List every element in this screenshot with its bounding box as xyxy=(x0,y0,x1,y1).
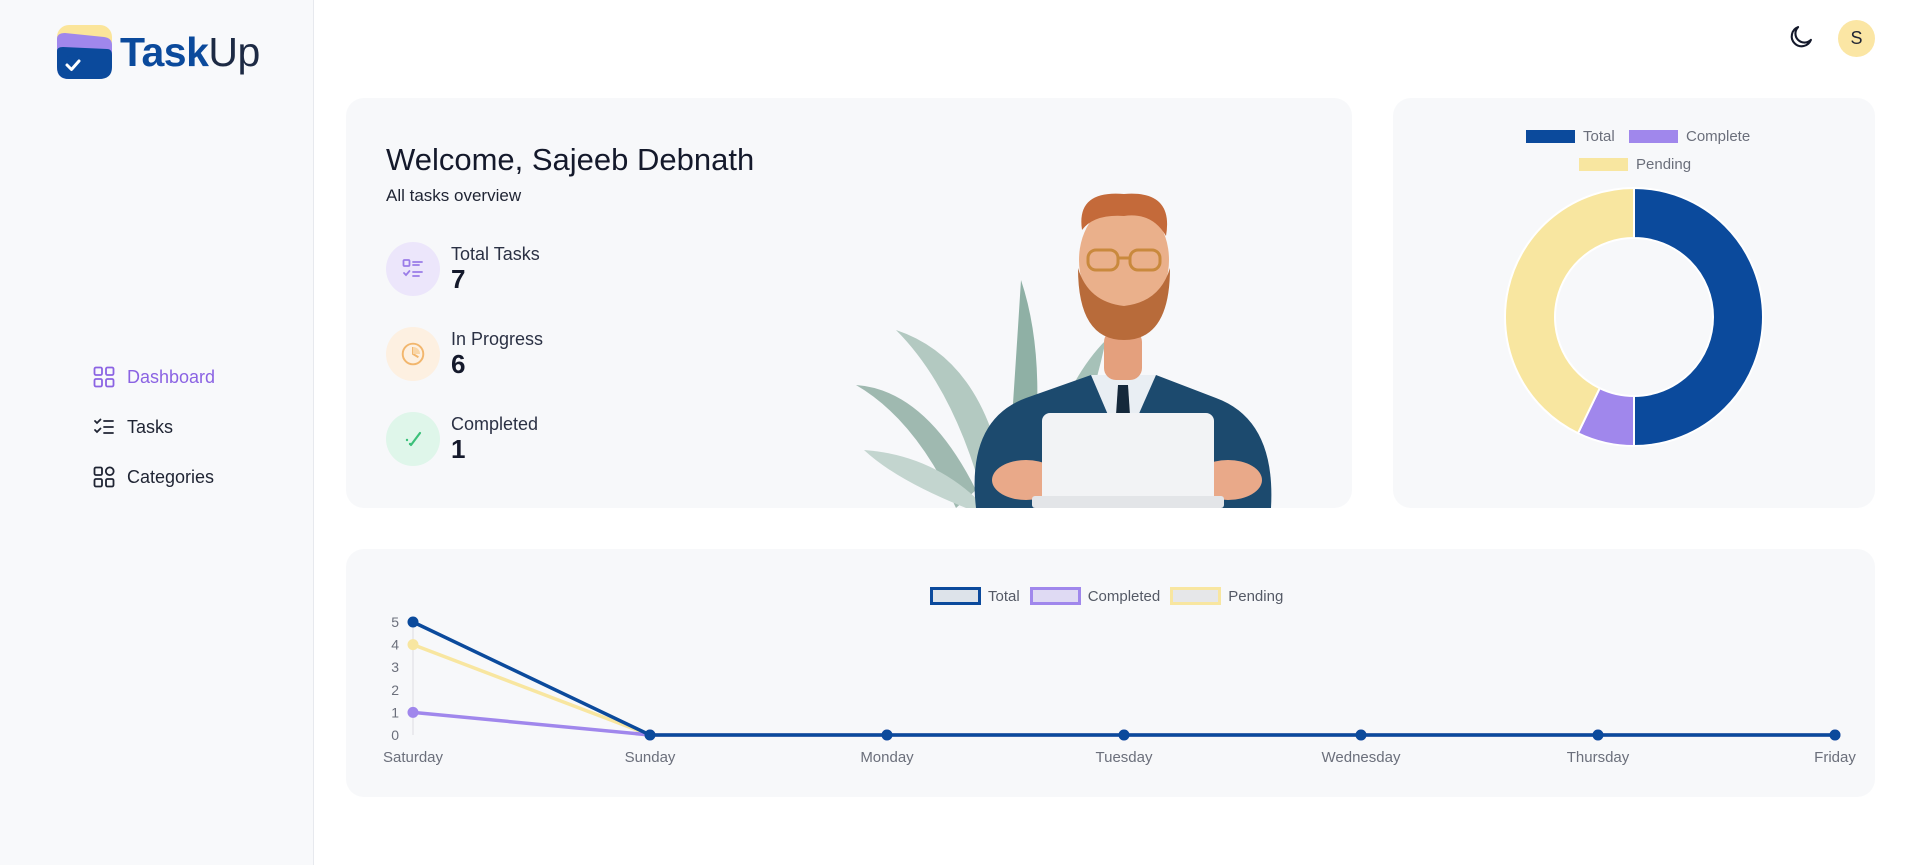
moon-icon xyxy=(1790,26,1812,48)
data-point-total[interactable] xyxy=(407,616,419,628)
checklist-icon xyxy=(386,242,440,296)
sidebar-item-dashboard[interactable]: Dashboard xyxy=(93,352,215,402)
stat-label: In Progress xyxy=(451,329,544,349)
x-tick-label: Tuesday xyxy=(1096,749,1153,766)
weekly-tasks-line-card: Total Completed Pending 0 1 2 3 4 5 Saturday Su… xyxy=(346,549,1875,797)
app-logo[interactable]: TaskUp xyxy=(57,25,260,79)
y-tick-label: 0 xyxy=(391,727,399,743)
stat-value: 6 xyxy=(451,349,466,379)
stat-total-tasks: Total Tasks 7 xyxy=(386,242,540,296)
welcome-card: Welcome, Sajeeb Debnath All tasks overvi… xyxy=(346,98,1352,508)
x-tick-label: Sunday xyxy=(625,749,676,766)
stat-in-progress: In Progress 6 xyxy=(386,327,543,381)
series-line-total xyxy=(412,620,1835,737)
avatar[interactable]: S xyxy=(1838,20,1875,57)
sidebar: TaskUp Dashboard Tasks Categories xyxy=(0,0,314,865)
data-point-total[interactable] xyxy=(1355,729,1367,741)
theme-toggle-button[interactable] xyxy=(1784,20,1818,54)
data-point-pending[interactable] xyxy=(407,639,419,651)
categories-icon xyxy=(93,466,115,488)
logo-mark-icon xyxy=(57,25,112,79)
stat-label: Completed xyxy=(451,414,539,434)
data-point-total[interactable] xyxy=(1592,729,1604,741)
y-tick-label: 2 xyxy=(391,682,399,698)
y-tick-label: 5 xyxy=(391,614,399,630)
dashboard-icon xyxy=(93,366,115,388)
data-point-completed[interactable] xyxy=(407,706,419,718)
stat-label: Total Tasks xyxy=(451,244,540,264)
page-subtitle: All tasks overview xyxy=(386,186,522,205)
sidebar-item-tasks[interactable]: Tasks xyxy=(93,402,215,452)
task-status-donut-card: Total Complete Pending xyxy=(1393,98,1875,508)
line-chart[interactable]: 0 1 2 3 4 5 Saturday Sunday Monday Tuesday Wednesd… xyxy=(346,549,1875,797)
x-tick-label: Friday xyxy=(1814,749,1856,766)
data-point-total[interactable] xyxy=(1829,729,1841,741)
stat-value: 7 xyxy=(451,264,466,294)
sidebar-item-label: Categories xyxy=(127,466,215,487)
y-tick-label: 4 xyxy=(391,637,399,653)
businessman-illustration xyxy=(856,193,1272,508)
page-title: Welcome, Sajeeb Debnath xyxy=(386,142,755,177)
logo-text-task: Task xyxy=(120,28,209,75)
logo-text-up: Up xyxy=(208,28,260,75)
data-point-total[interactable] xyxy=(1118,729,1130,741)
series-line-pending xyxy=(412,642,1835,737)
pie-clock-icon xyxy=(386,327,440,381)
x-tick-label: Thursday xyxy=(1567,749,1630,766)
avatar-initial: S xyxy=(1850,28,1863,48)
stat-completed: Completed 1 xyxy=(386,412,538,466)
pen-check-icon xyxy=(386,412,440,466)
tasks-icon xyxy=(94,418,114,434)
stat-value: 1 xyxy=(451,434,466,464)
y-tick-label: 1 xyxy=(391,704,399,720)
data-point-total[interactable] xyxy=(644,729,656,741)
x-tick-label: Saturday xyxy=(383,749,444,766)
logo-text: TaskUp xyxy=(120,29,260,76)
sidebar-item-label: Tasks xyxy=(127,416,174,437)
sidebar-item-categories[interactable]: Categories xyxy=(93,452,215,502)
y-tick-label: 3 xyxy=(391,659,399,675)
donut-slice-total[interactable] xyxy=(1633,186,1764,448)
sidebar-nav: Dashboard Tasks Categories xyxy=(93,352,215,502)
x-tick-label: Monday xyxy=(860,749,914,766)
donut-chart[interactable] xyxy=(1393,98,1875,508)
sidebar-item-label: Dashboard xyxy=(127,366,216,387)
data-point-total[interactable] xyxy=(881,729,893,741)
x-tick-label: Wednesday xyxy=(1322,749,1401,766)
